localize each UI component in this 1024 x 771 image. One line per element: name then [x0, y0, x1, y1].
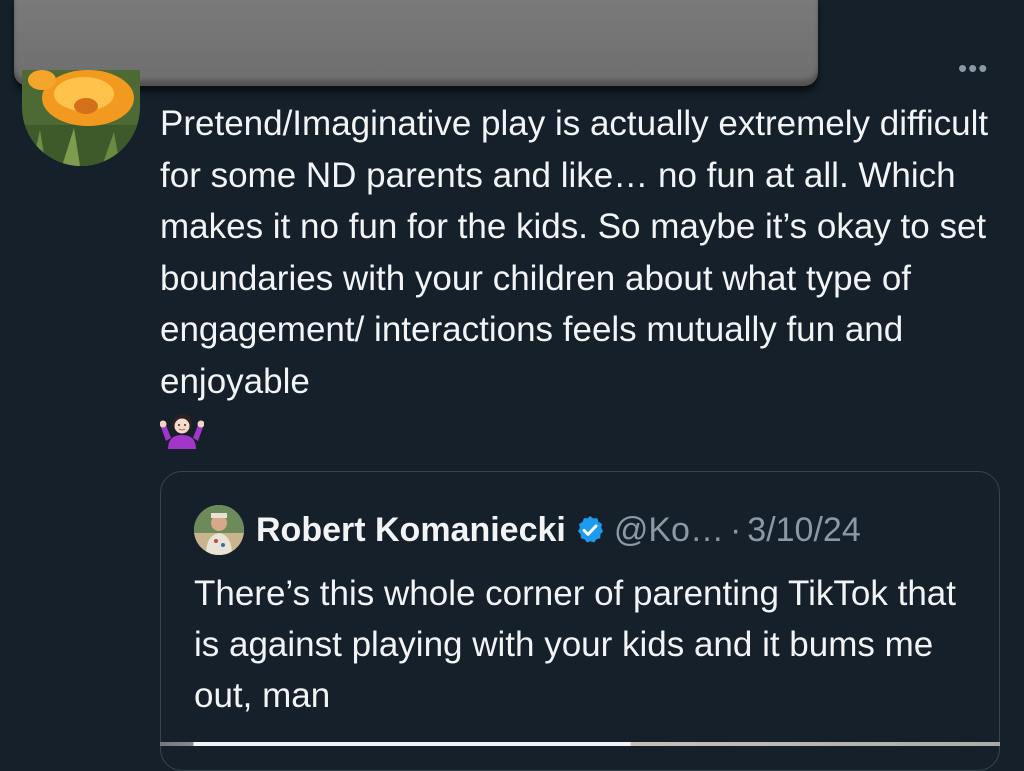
quoted-author-handle[interactable]: @Ko…: [614, 511, 724, 550]
quoted-tweet-text: There’s this whole corner of parenting T…: [194, 574, 956, 715]
quoted-tweet-card[interactable]: Robert Komaniecki @Ko… · 3/10/24 There’s…: [160, 471, 1000, 771]
author-avatar[interactable]: [22, 70, 140, 166]
verified-badge-icon: [574, 514, 606, 546]
quoted-tweet-media-preview[interactable]: [160, 742, 1000, 746]
quoted-tweet-date[interactable]: 3/10/24: [747, 511, 860, 550]
tweet-text: Pretend/Imaginative play is actually ext…: [159, 98, 1000, 466]
more-options-icon[interactable]: •••: [958, 55, 988, 81]
tweet-text-content: Pretend/Imaginative play is actually ext…: [160, 104, 989, 401]
quoted-author-avatar[interactable]: [194, 505, 244, 555]
quoted-author-name[interactable]: Robert Komaniecki: [256, 511, 566, 550]
woman-shrugging-emoji-icon: [159, 411, 205, 466]
quoted-tweet-header: Robert Komaniecki @Ko… · 3/10/24: [194, 502, 861, 558]
header-separator: ·: [729, 510, 742, 549]
